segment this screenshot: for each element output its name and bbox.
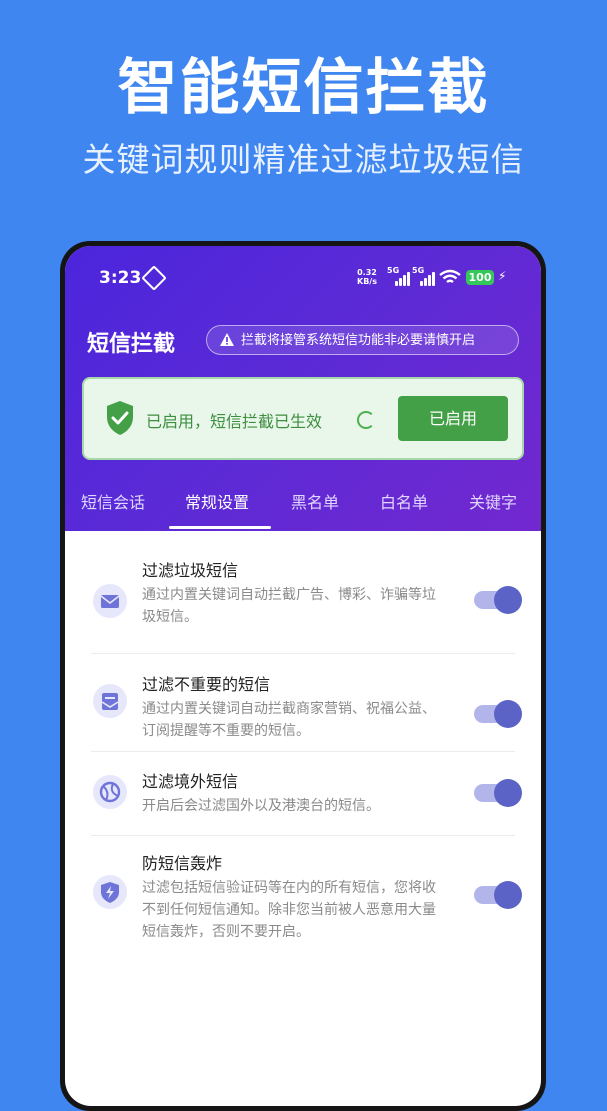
mailbox-icon bbox=[93, 684, 127, 718]
promo-subtitle: 关键词规则精准过滤垃圾短信 bbox=[82, 140, 525, 179]
signal-2-icon: 5G bbox=[412, 266, 436, 286]
tab-blacklist[interactable]: 黑名单 bbox=[291, 489, 339, 513]
promo-title: 智能短信拦截 bbox=[117, 53, 490, 123]
status-text: 已启用，短信拦截已生效 bbox=[146, 412, 323, 431]
enabled-button[interactable]: 已启用 bbox=[398, 396, 508, 441]
setting-title: 过滤垃圾短信 bbox=[142, 561, 239, 580]
wifi-icon bbox=[439, 269, 461, 283]
overseas-filter-toggle[interactable] bbox=[474, 779, 522, 807]
signal-1-label: 5G bbox=[387, 266, 400, 275]
network-speed-value: 0.32 bbox=[357, 268, 377, 277]
lightning-shield-icon bbox=[93, 875, 127, 909]
warning-banner: 拦截将接管系统短信功能非必要请慎开启 bbox=[206, 325, 519, 355]
signal-1-icon: 5G bbox=[387, 266, 411, 286]
bombing-protection-toggle[interactable] bbox=[474, 881, 522, 909]
setting-description: 通过内置关键词自动拦截广告、博彩、诈骗等垃圾短信。 bbox=[142, 587, 436, 625]
setting-title: 过滤不重要的短信 bbox=[142, 675, 271, 694]
shield-check-icon bbox=[107, 401, 133, 435]
page-title: 短信拦截 bbox=[87, 332, 176, 357]
signal-2-label: 5G bbox=[412, 266, 425, 275]
network-speed: 0.32 KB/s bbox=[357, 268, 377, 286]
charging-icon: ⚡ bbox=[498, 269, 507, 283]
setting-description: 过滤包括短信验证码等在内的所有短信，您将收不到任何短信通知。除非您当前被人恶意用… bbox=[142, 880, 436, 940]
tab-general-settings[interactable]: 常规设置 bbox=[185, 489, 249, 513]
setting-item-unimportant-filter: 过滤不重要的短信 通过内置关键词自动拦截商家营销、祝福公益、订阅提醒等不重要的短… bbox=[91, 653, 522, 751]
setting-description: 开启后会过滤国外以及港澳台的短信。 bbox=[142, 798, 380, 814]
tab-sms-conversations[interactable]: 短信会话 bbox=[81, 489, 145, 513]
app-header: 3:23 0.32 KB/s 5G 5G 100 ⚡ 短信拦截 拦截将接管系统短… bbox=[65, 246, 541, 531]
setting-title: 防短信轰炸 bbox=[142, 854, 223, 873]
phone-frame: 3:23 0.32 KB/s 5G 5G 100 ⚡ 短信拦截 拦截将接管系统短… bbox=[60, 241, 546, 1111]
status-time: 3:23 bbox=[99, 268, 142, 288]
tab-whitelist[interactable]: 白名单 bbox=[380, 489, 428, 513]
globe-icon bbox=[93, 775, 127, 809]
mail-icon bbox=[93, 584, 127, 618]
setting-item-overseas-filter: 过滤境外短信 开启后会过滤国外以及港澳台的短信。 bbox=[91, 751, 522, 835]
status-card: 已启用，短信拦截已生效 已启用 bbox=[82, 377, 524, 460]
setting-description: 通过内置关键词自动拦截商家营销、祝福公益、订阅提醒等不重要的短信。 bbox=[142, 701, 436, 739]
warning-text: 拦截将接管系统短信功能非必要请慎开启 bbox=[241, 333, 476, 348]
tab-bar: 短信会话 常规设置 黑名单 白名单 关键字 bbox=[65, 489, 541, 531]
tab-keywords[interactable]: 关键字 bbox=[469, 489, 517, 513]
active-tab-indicator bbox=[169, 526, 271, 529]
battery-indicator: 100 bbox=[466, 270, 494, 285]
setting-item-bombing-protection: 防短信轰炸 过滤包括短信验证码等在内的所有短信，您将收不到任何短信通知。除非您当… bbox=[91, 835, 522, 955]
unimportant-filter-toggle[interactable] bbox=[474, 700, 522, 728]
setting-item-spam-filter: 过滤垃圾短信 通过内置关键词自动拦截广告、博彩、诈骗等垃圾短信。 bbox=[91, 557, 522, 637]
status-settings-icon bbox=[141, 265, 167, 291]
spam-filter-toggle[interactable] bbox=[474, 586, 522, 614]
setting-title: 过滤境外短信 bbox=[142, 772, 239, 791]
loading-spinner-icon bbox=[357, 411, 375, 429]
warning-icon bbox=[220, 333, 234, 346]
network-speed-unit: KB/s bbox=[357, 277, 377, 286]
app-screen: 3:23 0.32 KB/s 5G 5G 100 ⚡ 短信拦截 拦截将接管系统短… bbox=[65, 246, 541, 1106]
